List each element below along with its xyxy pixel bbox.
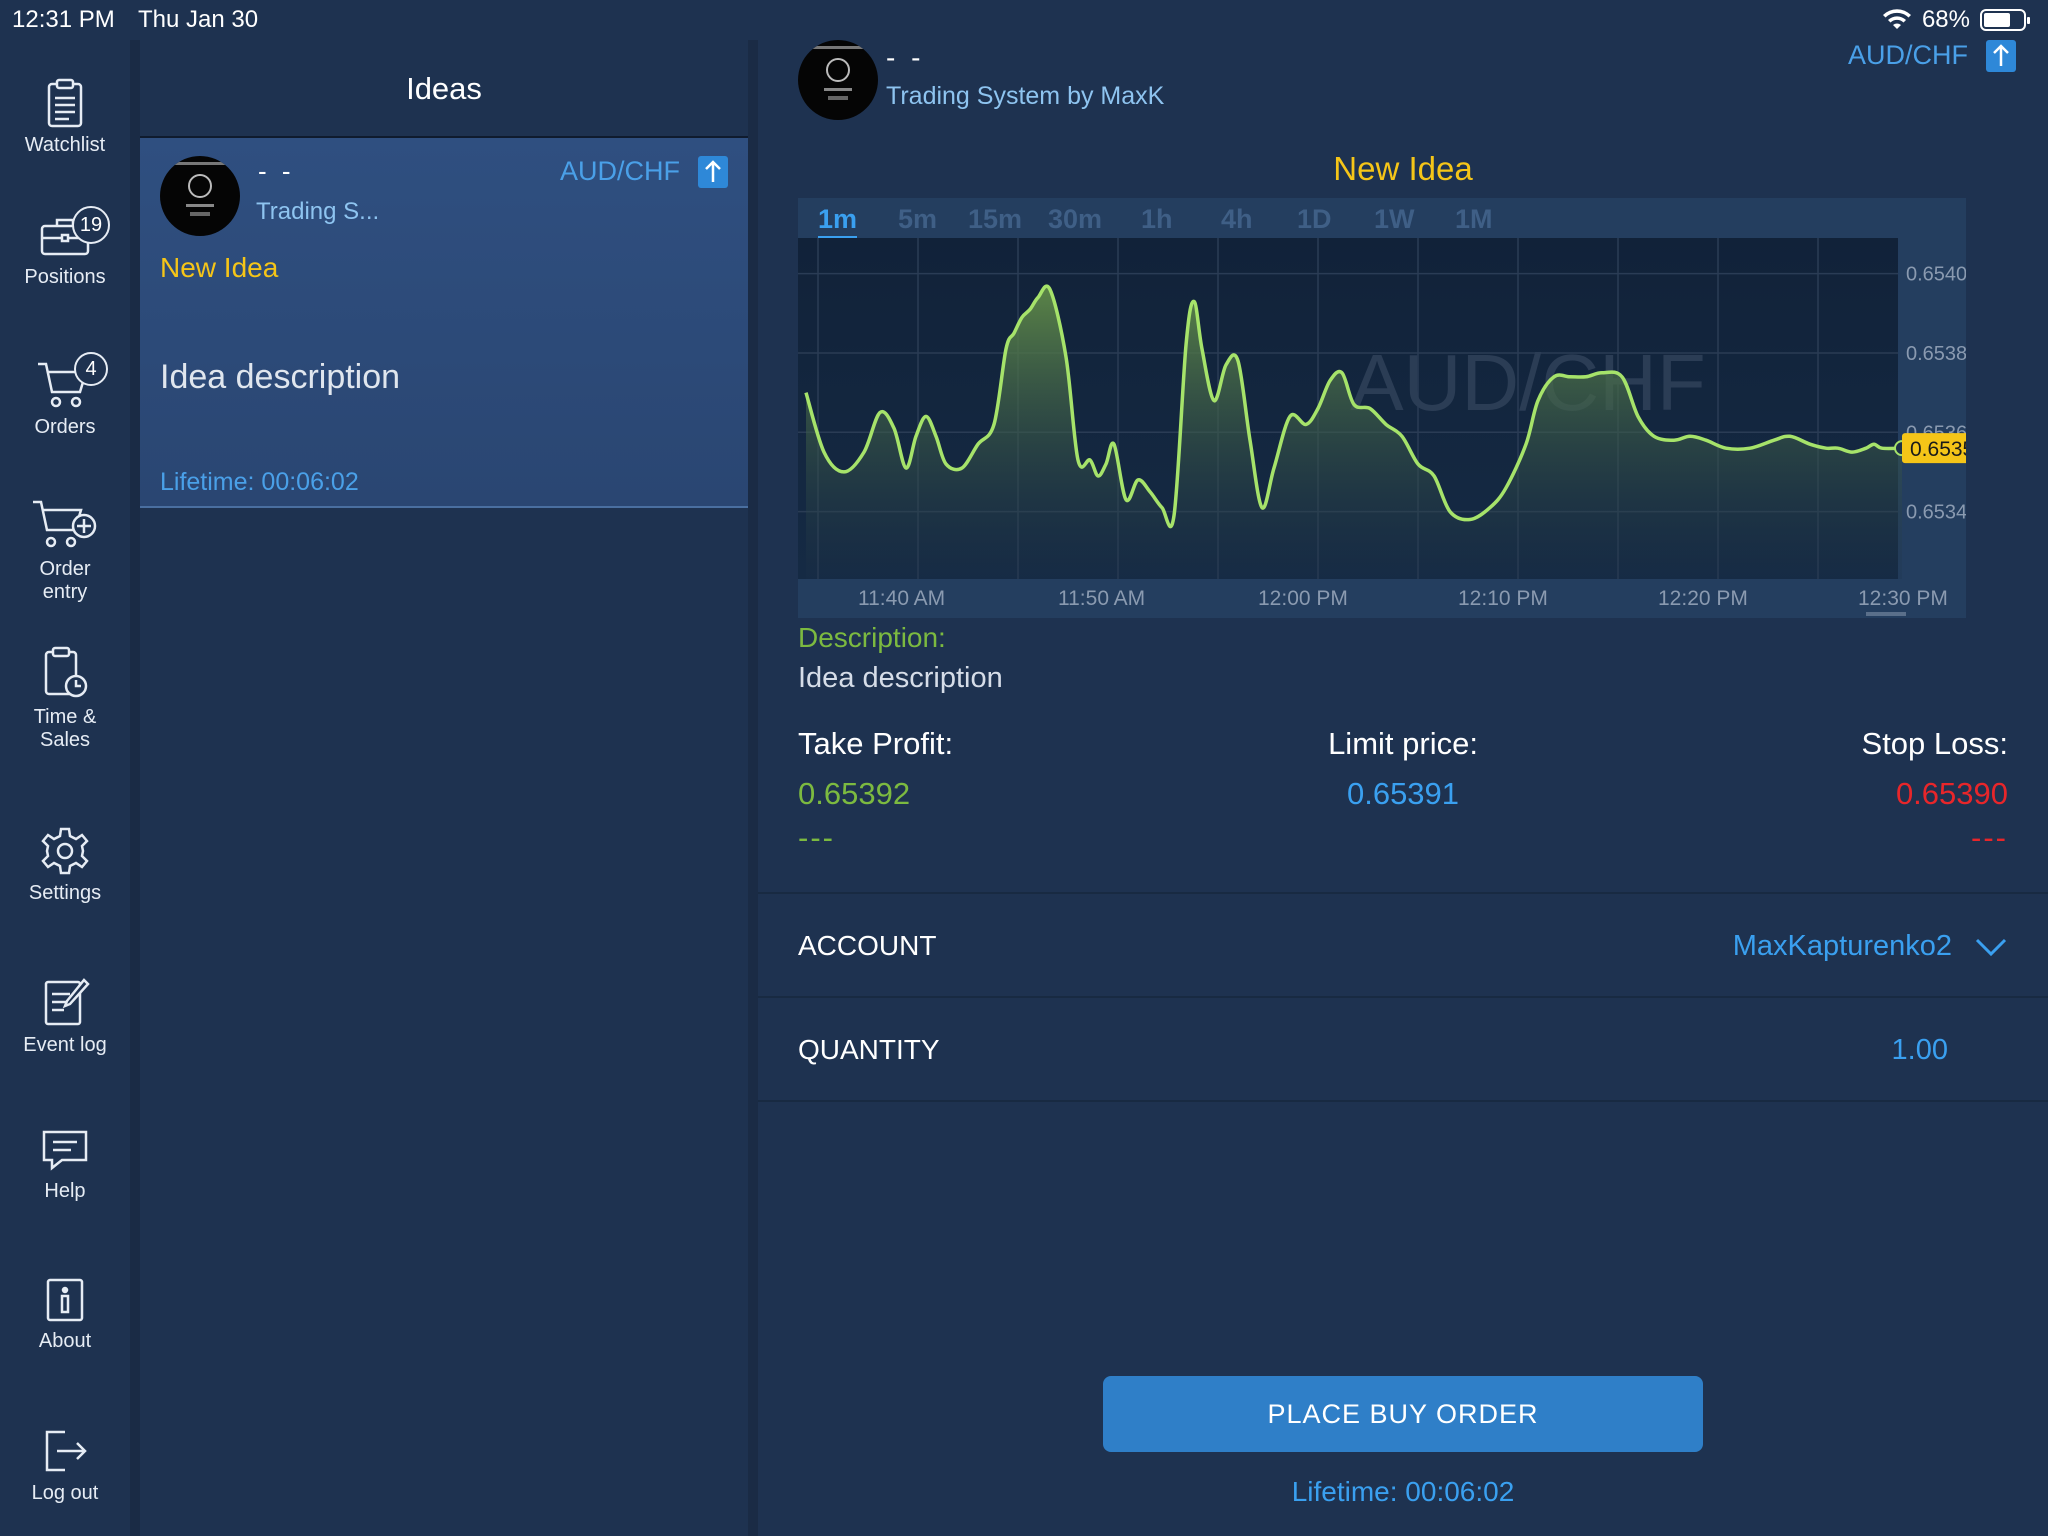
chart-scroll-indicator[interactable] [1866, 612, 1906, 616]
chevron-down-icon[interactable] [1974, 936, 2008, 958]
idea-author: Trading S... [256, 198, 380, 225]
chart-canvas: AUD/CHF 0.654000.653800.653600.65340 11:… [798, 238, 1966, 616]
idea-pair: AUD/CHF [560, 156, 680, 186]
nav-item-order-entry[interactable]: Order entry [0, 496, 130, 604]
account-select[interactable]: MaxKapturenko2 [1733, 930, 1952, 963]
x-tick-label: 12:20 PM [1658, 587, 1748, 610]
gear-icon [41, 827, 89, 875]
battery-icon [1980, 9, 2030, 31]
nav-item-watchlist[interactable]: Watchlist [0, 78, 130, 157]
last-price-label: 0.65356 [1910, 438, 1966, 461]
clipboard-icon [47, 78, 83, 128]
limit-price-label: Limit price: [1328, 726, 1478, 761]
nav-item-orders[interactable]: Orders 4 [0, 352, 130, 439]
arrow-up-icon [698, 156, 728, 188]
nav-label: Order entry [39, 558, 91, 603]
nav-label: Help [44, 1180, 86, 1202]
positions-count-badge: 19 [72, 206, 110, 244]
chat-icon [42, 1130, 88, 1171]
battery-percent: 68% [1921, 6, 1970, 33]
nav-label: Orders [34, 416, 96, 438]
detail-name: - - [886, 42, 925, 73]
nav-item-about[interactable]: About [0, 1276, 130, 1353]
info-icon [46, 1278, 84, 1322]
price-chart: 1m 5m 15m 30m 1h 4h 1D 1W 1M AUD/CHF 0.6… [798, 198, 1966, 618]
avatar [798, 40, 878, 120]
stop-loss-label: Stop Loss: [1861, 726, 2008, 761]
idea-detail-panel: - - Trading System by MaxK AUD/CHF New I… [758, 40, 2048, 1536]
idea-lifetime: Lifetime: 00:06:02 [160, 468, 359, 496]
sidebar-nav: Watchlist Positions 19 Orders 4 Order en… [0, 40, 130, 1536]
place-buy-order-button[interactable]: PLACE BUY ORDER [1103, 1376, 1703, 1452]
stop-loss-dash: --- [1971, 820, 2008, 855]
limit-price-value[interactable]: 0.65391 [758, 776, 2048, 812]
quantity-input[interactable]: 1.00 [1892, 1034, 1948, 1067]
description-value: Idea description [798, 662, 1003, 694]
ideas-panel: Ideas - - Trading S... AUD/CHF New Idea … [140, 40, 748, 1536]
nav-label: Time & Sales [33, 706, 97, 751]
status-date: Thu Jan 30 [138, 6, 259, 33]
nav-item-time-sales[interactable]: Time & Sales [0, 646, 130, 752]
nav-label: Positions [24, 266, 106, 288]
take-profit-dash: --- [798, 820, 835, 855]
quantity-row[interactable]: QUANTITY 1.00 [758, 996, 2048, 1100]
x-tick-label: 12:10 PM [1458, 587, 1548, 610]
log-edit-icon [44, 978, 90, 1026]
panel-divider [748, 40, 758, 1536]
stop-loss-value[interactable]: 0.65390 [1896, 776, 2008, 812]
description-label: Description: [798, 622, 946, 653]
idea-description: Idea description [160, 358, 401, 396]
y-tick-label: 0.65380 [1906, 343, 1966, 365]
detail-title: New Idea [1333, 150, 1473, 187]
x-tick-label: 12:00 PM [1258, 587, 1348, 610]
wifi-icon [1882, 9, 1911, 29]
nav-item-settings[interactable]: Settings [0, 826, 130, 905]
status-time: 12:31 PM [12, 6, 115, 33]
nav-label: Event log [23, 1034, 107, 1056]
nav-item-help[interactable]: Help [0, 1126, 130, 1203]
nav-item-log-out[interactable]: Log out [0, 1426, 130, 1505]
clipboard-clock-icon [44, 646, 88, 698]
chart-watermark: AUD/CHF [1350, 338, 1706, 427]
row-divider [758, 1100, 2048, 1102]
logout-icon [45, 1430, 87, 1472]
nav-item-positions[interactable]: Positions 19 [0, 206, 130, 289]
nav-label: About [38, 1330, 92, 1352]
cart-add-icon [33, 500, 97, 548]
arrow-up-icon [1986, 40, 2016, 72]
panel-divider [130, 40, 140, 1536]
idea-card[interactable]: - - Trading S... AUD/CHF New Idea Idea d… [140, 138, 748, 508]
idea-name: - - [258, 156, 295, 186]
detail-lifetime: Lifetime: 00:06:02 [1291, 1476, 1515, 1507]
orders-count-badge: 4 [74, 352, 108, 386]
detail-author: Trading System by MaxK [886, 82, 1165, 110]
x-tick-label: 12:30 PM [1858, 587, 1948, 610]
nav-label: Log out [31, 1482, 99, 1504]
avatar [160, 156, 240, 236]
nav-item-event-log[interactable]: Event log [0, 976, 130, 1057]
quantity-label: QUANTITY [798, 1034, 940, 1065]
nav-label: Settings [28, 882, 102, 904]
ideas-header: Ideas [140, 40, 748, 138]
status-indicators: 68% [1882, 6, 2030, 34]
x-tick-label: 11:40 AM [858, 587, 945, 610]
y-tick-label: 0.65340 [1906, 502, 1966, 524]
account-label: ACCOUNT [798, 930, 937, 961]
nav-label: Watchlist [24, 134, 106, 156]
y-tick-label: 0.65400 [1906, 264, 1966, 286]
status-bar: 12:31 PM Thu Jan 30 68% [0, 0, 2048, 40]
idea-title: New Idea [160, 252, 279, 283]
account-row[interactable]: ACCOUNT MaxKapturenko2 [758, 892, 2048, 996]
detail-pair: AUD/CHF [1848, 40, 1968, 70]
x-tick-label: 11:50 AM [1058, 587, 1145, 610]
